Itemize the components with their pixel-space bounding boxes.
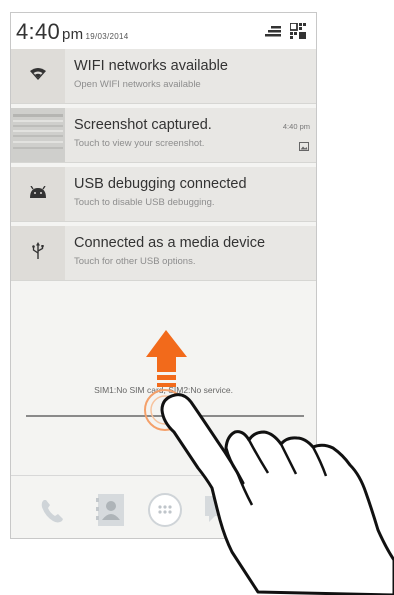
notification-subtitle: Touch to view your screenshot. — [74, 138, 205, 149]
notification-subtitle: Open WIFI networks available — [74, 79, 201, 90]
android-icon — [29, 185, 47, 203]
app-drawer-icon[interactable] — [147, 492, 183, 533]
wifi-icon — [30, 67, 46, 86]
notification-screenshot[interactable]: Screenshot captured. Touch to view your … — [11, 108, 316, 163]
status-icons — [265, 22, 306, 44]
status-bar: 4:40 pm 19/03/2014 — [11, 13, 316, 49]
screenshot-thumbnail — [11, 108, 65, 162]
notification-usb-debugging[interactable]: USB debugging connected Touch to disable… — [11, 167, 316, 222]
drag-handle[interactable] — [26, 415, 304, 417]
notification-subtitle: Touch to disable USB debugging. — [74, 197, 215, 208]
notification-media-device[interactable]: Connected as a media device Touch for ot… — [11, 226, 316, 281]
messages-icon[interactable] — [203, 494, 231, 531]
notification-icon-box — [11, 167, 65, 221]
clock-ampm: pm — [62, 26, 84, 43]
image-icon — [299, 138, 309, 156]
notification-subtitle: Touch for other USB options. — [74, 256, 196, 267]
grid-icon[interactable] — [289, 22, 306, 44]
clock: 4:40 pm 19/03/2014 — [16, 19, 129, 45]
sim-status-text: SIM1:No SIM card, SIM2:No service. — [94, 385, 233, 395]
dock — [11, 491, 316, 536]
clock-time: 4:40 — [16, 19, 61, 44]
phone-screen: 4:40 pm 19/03/2014 WIFI networks availab… — [10, 12, 317, 539]
notification-title: Connected as a media device — [74, 235, 266, 251]
notification-title: USB debugging connected — [74, 176, 247, 192]
dock-divider — [11, 475, 316, 476]
notification-wifi[interactable]: WIFI networks available Open WIFI networ… — [11, 49, 316, 104]
signal-icon[interactable] — [265, 24, 281, 43]
notification-time: 4:40 pm — [282, 122, 310, 131]
usb-icon — [32, 241, 44, 265]
clock-date: 19/03/2014 — [85, 32, 129, 41]
phone-icon[interactable] — [39, 497, 67, 530]
contacts-icon[interactable] — [96, 493, 126, 532]
notification-title: Screenshot captured. — [74, 117, 212, 133]
notification-icon-box — [11, 226, 65, 280]
notification-icon-box — [11, 49, 65, 103]
notification-title: WIFI networks available — [74, 58, 228, 74]
